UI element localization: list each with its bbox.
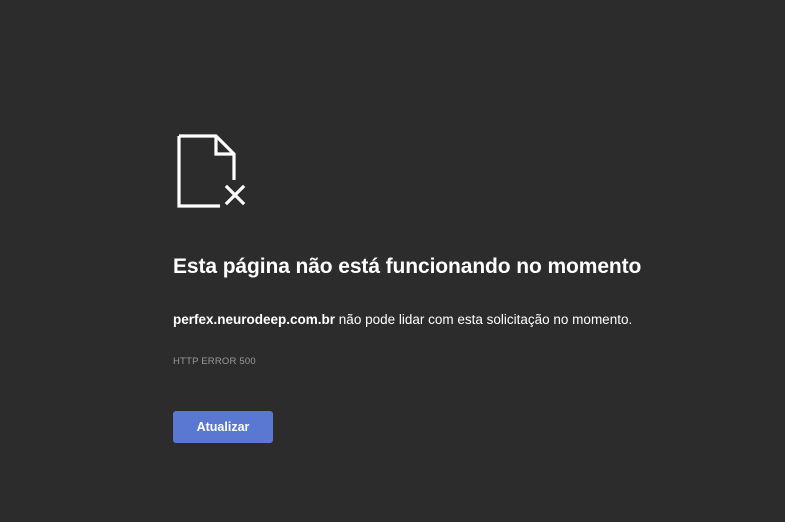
reload-button[interactable]: Atualizar	[173, 411, 273, 443]
host-name: perfex.neurodeep.com.br	[173, 312, 336, 327]
page-title: Esta página não está funcionando no mome…	[173, 255, 642, 278]
error-code: HTTP ERROR 500	[173, 356, 256, 367]
error-message: perfex.neurodeep.com.br não pode lidar c…	[173, 312, 632, 327]
error-page: Esta página não está funcionando no mome…	[0, 0, 785, 522]
error-message-text: não pode lidar com esta solicitação no m…	[335, 312, 633, 327]
broken-document-icon	[176, 134, 248, 210]
